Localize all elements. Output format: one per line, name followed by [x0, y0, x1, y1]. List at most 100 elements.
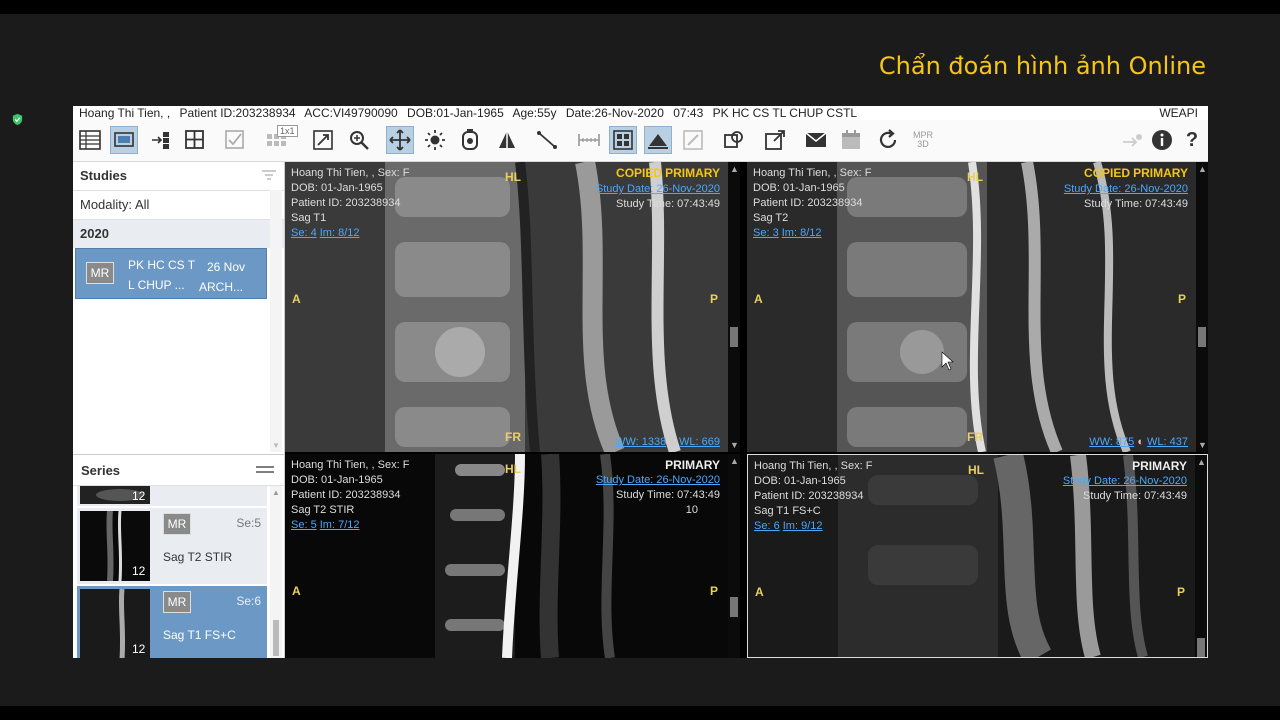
info-icon[interactable]: [1148, 126, 1176, 154]
app-name: WEAPI: [1159, 106, 1198, 120]
calendar-icon[interactable]: [837, 126, 865, 154]
filter-icon[interactable]: [262, 170, 276, 182]
pan-link-icon[interactable]: [309, 126, 337, 154]
image-link[interactable]: Im: 8/12: [320, 227, 360, 239]
image-count: 12: [132, 564, 146, 578]
orientation-right: P: [709, 292, 718, 306]
study-date[interactable]: Study Date: 26-Nov-2020: [1063, 474, 1187, 489]
viewport-4-active[interactable]: Hoang Thi Tien, , Sex: F DOB: 01-Jan-196…: [747, 454, 1208, 658]
scroll-down-icon[interactable]: ▼: [272, 441, 280, 450]
patient-age: Age:55y: [512, 106, 557, 120]
scroll-up-icon[interactable]: ▲: [730, 164, 739, 174]
mpr-3d-icon[interactable]: MPR 3D: [909, 126, 937, 154]
study-time: Study Time: 07:43:49: [1084, 198, 1188, 210]
scrollbar-thumb[interactable]: [1197, 638, 1205, 657]
study-date: 26 Nov: [207, 260, 246, 274]
image-link[interactable]: Im: 7/12: [320, 519, 360, 531]
window-center[interactable]: WL: 669: [679, 436, 720, 448]
viewport-overlay-right: COPIED PRIMARY Study Date: 26-Nov-2020 S…: [596, 166, 720, 212]
scrollbar-thumb[interactable]: [730, 597, 738, 617]
image-count: 12: [132, 489, 146, 503]
series-item[interactable]: MR Se:5 Sag T2 STIR 12: [77, 508, 267, 584]
ruler-icon[interactable]: [575, 126, 603, 154]
viewport-1[interactable]: Hoang Thi Tien, , Sex: F DOB: 01-Jan-196…: [285, 162, 740, 452]
scrollbar-thumb[interactable]: [1198, 327, 1206, 347]
measure-line-icon[interactable]: [533, 126, 561, 154]
study-time: 07:43: [673, 106, 704, 120]
scrollbar-thumb[interactable]: [730, 327, 738, 347]
modality-badge: MR: [163, 513, 191, 535]
timer-icon[interactable]: [456, 126, 484, 154]
export-icon[interactable]: [761, 126, 789, 154]
series-link[interactable]: Se: 4: [291, 227, 317, 239]
series-number: Se:6: [236, 594, 261, 608]
year-group[interactable]: 2020: [73, 220, 284, 248]
viewport-scrollbar[interactable]: ▲: [1195, 455, 1207, 657]
studies-scrollbar[interactable]: ▼: [270, 190, 282, 452]
refresh-icon[interactable]: [874, 126, 902, 154]
image-count: 12: [132, 642, 146, 656]
series-title: Series: [81, 463, 121, 478]
viewport-3[interactable]: Hoang Thi Tien, , Sex: F DOB: 01-Jan-196…: [285, 454, 740, 658]
orientation-top: HL: [505, 170, 521, 184]
series-item-selected[interactable]: MR Se:6 Sag T1 FS+C 12: [77, 586, 267, 658]
rotate-icon[interactable]: [493, 126, 521, 154]
worklist-icon[interactable]: [76, 126, 104, 154]
menu-icon[interactable]: [256, 466, 274, 476]
overlay-icon[interactable]: [609, 126, 637, 154]
viewport-scrollbar[interactable]: ▲: [728, 454, 740, 658]
window-width[interactable]: WW: 875: [1089, 436, 1134, 448]
primary-tag: PRIMARY: [665, 166, 720, 180]
window-center[interactable]: WL: 437: [1147, 436, 1188, 448]
copied-tag: COPIED: [616, 166, 663, 180]
series-link[interactable]: Se: 5: [291, 519, 317, 531]
window-level: WW: 1338 ◐ WL: 669: [615, 436, 720, 448]
viewport-2[interactable]: Hoang Thi Tien, , Sex: F DOB: 01-Jan-196…: [747, 162, 1208, 452]
check-layout-icon[interactable]: [221, 126, 249, 154]
viewport-overlay-left: Hoang Thi Tien, , Sex: F DOB: 01-Jan-196…: [753, 166, 871, 241]
series-link[interactable]: Se: 6: [754, 520, 780, 532]
scrollbar-thumb[interactable]: [273, 620, 279, 656]
study-date[interactable]: Study Date: 26-Nov-2020: [596, 473, 720, 488]
series-link[interactable]: Se: 3: [753, 227, 779, 239]
scroll-up-icon[interactable]: ▲: [1198, 164, 1207, 174]
study-time: Study Time: 07:43:49: [1083, 490, 1187, 502]
image-link[interactable]: Im: 8/12: [782, 227, 822, 239]
mail-icon[interactable]: [802, 126, 830, 154]
grid-layout-icon[interactable]: [181, 126, 209, 154]
copied-tag: COPIED: [1084, 166, 1131, 180]
scroll-up-icon[interactable]: ▲: [1197, 457, 1206, 467]
patient-name: Hoang Thi Tien, , Sex: F: [291, 459, 410, 471]
sidebar: Studies Modality: All 2020 MR PK HC CS T…: [73, 162, 285, 658]
zoom-icon[interactable]: [345, 126, 373, 154]
monitor-layout-icon[interactable]: [110, 126, 138, 154]
image-link[interactable]: Im: 9/12: [783, 520, 823, 532]
patient-dob: DOB: 01-Jan-1965: [291, 182, 383, 194]
edit-icon[interactable]: [679, 126, 707, 154]
scroll-up-icon[interactable]: ▲: [730, 456, 739, 466]
window-width[interactable]: WW: 1338: [615, 436, 666, 448]
modality-filter[interactable]: Modality: All: [73, 191, 284, 220]
move-icon[interactable]: [386, 126, 414, 154]
study-item[interactable]: MR PK HC CS T L CHUP ... 26 Nov ARCH...: [75, 248, 267, 299]
viewport-scrollbar[interactable]: ▲ ▼: [728, 162, 740, 452]
series-name: Sag T1 FS+C: [163, 628, 236, 642]
brightness-icon[interactable]: [421, 126, 449, 154]
study-desc-line2: L CHUP ...: [128, 278, 185, 292]
copy-icon[interactable]: [720, 126, 748, 154]
study-date[interactable]: Study Date: 26-Nov-2020: [1064, 182, 1188, 197]
cine-icon[interactable]: [644, 126, 672, 154]
series-scrollbar[interactable]: ▲: [270, 486, 282, 658]
viewport-overlay-right: PRIMARY Study Date: 26-Nov-2020 Study Ti…: [1063, 459, 1187, 504]
series-item[interactable]: 12: [77, 486, 267, 506]
scroll-down-icon[interactable]: ▼: [730, 440, 739, 450]
brand-title: Chẩn đoán hình ảnh Online: [878, 52, 1206, 80]
scroll-up-icon[interactable]: ▲: [272, 488, 280, 497]
series-sync-icon[interactable]: [147, 126, 175, 154]
scroll-down-icon[interactable]: ▼: [1198, 440, 1207, 450]
viewport-overlay-left: Hoang Thi Tien, , Sex: F DOB: 01-Jan-196…: [291, 166, 409, 241]
arrow-tool-icon[interactable]: [1118, 126, 1146, 154]
viewport-scrollbar[interactable]: ▲ ▼: [1196, 162, 1208, 452]
study-date[interactable]: Study Date: 26-Nov-2020: [596, 182, 720, 197]
help-icon[interactable]: ?: [1178, 126, 1206, 154]
